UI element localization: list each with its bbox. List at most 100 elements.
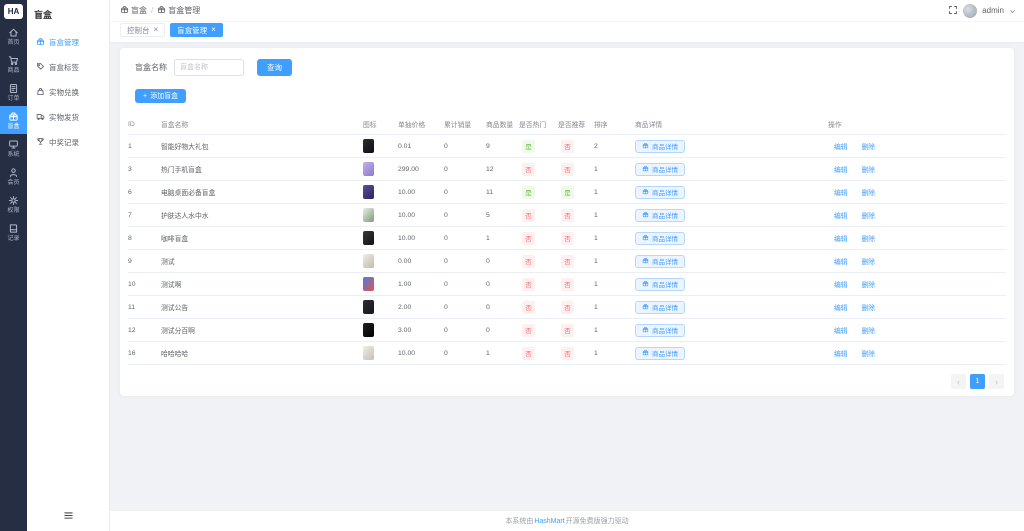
collapse-sidebar-button[interactable] bbox=[27, 508, 109, 526]
sidebar-item[interactable]: 中奖记录 bbox=[27, 130, 109, 155]
hot-badge: 否 bbox=[522, 255, 535, 268]
sidebar-item[interactable]: 盲盒管理 bbox=[27, 30, 109, 55]
edit-link[interactable]: 编辑 bbox=[834, 351, 848, 358]
product-detail-button[interactable]: 商品详情 bbox=[635, 186, 685, 199]
cell-price: 3.00 bbox=[398, 319, 444, 342]
cell-actions: 编辑 删除 bbox=[828, 135, 1006, 158]
rail-item[interactable]: 商品 bbox=[0, 50, 27, 78]
edit-link[interactable]: 编辑 bbox=[834, 167, 848, 174]
rail-item[interactable]: 首页 bbox=[0, 22, 27, 50]
cell-hot: 否 bbox=[519, 273, 558, 296]
rail-item-label: 首页 bbox=[7, 40, 19, 46]
rail-item[interactable]: 系统 bbox=[0, 134, 27, 162]
edit-link[interactable]: 编辑 bbox=[834, 213, 848, 220]
product-detail-button[interactable]: 商品详情 bbox=[635, 232, 685, 245]
tab[interactable]: 控制台 × bbox=[120, 23, 165, 37]
product-detail-button[interactable]: 商品详情 bbox=[635, 347, 685, 360]
cell-detail: 商品详情 bbox=[635, 204, 828, 227]
delete-link[interactable]: 删除 bbox=[861, 259, 875, 266]
product-detail-button[interactable]: 商品详情 bbox=[635, 140, 685, 153]
cell-name: 智能好物大礼包 bbox=[161, 135, 363, 158]
cell-hot: 否 bbox=[519, 250, 558, 273]
edit-link[interactable]: 编辑 bbox=[834, 144, 848, 151]
query-button[interactable]: 查询 bbox=[257, 59, 292, 76]
edit-link[interactable]: 编辑 bbox=[834, 236, 848, 243]
product-detail-button[interactable]: 商品详情 bbox=[635, 278, 685, 291]
fullscreen-icon[interactable] bbox=[948, 2, 958, 20]
product-detail-button[interactable]: 商品详情 bbox=[635, 324, 685, 337]
delete-link[interactable]: 删除 bbox=[861, 282, 875, 289]
monitor-icon bbox=[8, 139, 19, 150]
product-detail-button[interactable]: 商品详情 bbox=[635, 209, 685, 222]
blindbox-table: ID盲盒名称图标单抽价格累计销量商品数量是否热门是否推荐排序商品详情操作 1 智… bbox=[128, 114, 1006, 365]
sidebar-item[interactable]: 实物兑换 bbox=[27, 80, 109, 105]
edit-link[interactable]: 编辑 bbox=[834, 190, 848, 197]
cell-icon bbox=[363, 319, 398, 342]
product-detail-button[interactable]: 商品详情 bbox=[635, 301, 685, 314]
app-window: HA 首页 商品 订单 盲盒 系统 会员 权限 记录 盲盒 盲盒管理 盲盒标签 … bbox=[0, 0, 1024, 531]
page-number-button[interactable]: 1 bbox=[970, 374, 985, 389]
cell-sort: 1 bbox=[594, 342, 635, 365]
product-detail-button[interactable]: 商品详情 bbox=[635, 255, 685, 268]
box-icon bbox=[36, 37, 45, 48]
rail-item[interactable]: 盲盒 bbox=[0, 106, 27, 134]
cell-icon bbox=[363, 158, 398, 181]
prev-page-button[interactable]: ‹ bbox=[951, 374, 966, 389]
delete-link[interactable]: 删除 bbox=[861, 190, 875, 197]
cell-goods-count: 5 bbox=[486, 204, 519, 227]
order-icon bbox=[8, 83, 19, 94]
cell-price: 1.00 bbox=[398, 273, 444, 296]
delete-link[interactable]: 删除 bbox=[861, 236, 875, 243]
delete-link[interactable]: 删除 bbox=[861, 167, 875, 174]
edit-link[interactable]: 编辑 bbox=[834, 282, 848, 289]
rail-item[interactable]: 记录 bbox=[0, 218, 27, 246]
cell-hot: 否 bbox=[519, 204, 558, 227]
username[interactable]: admin bbox=[982, 6, 1004, 15]
tab[interactable]: 盲盒管理 × bbox=[170, 23, 223, 37]
cell-sort: 2 bbox=[594, 135, 635, 158]
app-logo[interactable]: HA bbox=[4, 4, 23, 19]
tag-icon bbox=[36, 62, 45, 73]
product-thumbnail bbox=[363, 139, 374, 153]
delete-link[interactable]: 删除 bbox=[861, 305, 875, 312]
breadcrumb-item[interactable]: 盲盒管理 bbox=[157, 5, 200, 16]
cell-goods-count: 0 bbox=[486, 296, 519, 319]
delete-link[interactable]: 删除 bbox=[861, 351, 875, 358]
cell-hot: 否 bbox=[519, 227, 558, 250]
next-page-button[interactable]: › bbox=[989, 374, 1004, 389]
chevron-down-icon[interactable] bbox=[1009, 2, 1016, 20]
sidebar-item[interactable]: 实物发货 bbox=[27, 105, 109, 130]
recommend-badge: 否 bbox=[561, 255, 574, 268]
table-row: 11 测试公告 2.00 0 0 否 否 1 商品详情 编辑 删除 bbox=[128, 296, 1006, 319]
avatar[interactable] bbox=[963, 4, 977, 18]
gear-icon bbox=[8, 195, 19, 206]
edit-link[interactable]: 编辑 bbox=[834, 259, 848, 266]
close-icon[interactable]: × bbox=[211, 26, 216, 34]
breadcrumb-item[interactable]: 盲盒 bbox=[120, 5, 147, 16]
edit-link[interactable]: 编辑 bbox=[834, 328, 848, 335]
breadcrumb: 盲盒 / 盲盒管理 bbox=[120, 5, 200, 16]
topbar-actions: admin bbox=[948, 2, 1016, 20]
box-icon bbox=[642, 280, 649, 289]
product-thumbnail bbox=[363, 208, 374, 222]
sidebar-item[interactable]: 盲盒标签 bbox=[27, 55, 109, 80]
edit-link[interactable]: 编辑 bbox=[834, 305, 848, 312]
add-blindbox-button[interactable]: + 添加盲盒 bbox=[135, 89, 186, 103]
delete-link[interactable]: 删除 bbox=[861, 213, 875, 220]
rail-item[interactable]: 订单 bbox=[0, 78, 27, 106]
delete-link[interactable]: 删除 bbox=[861, 328, 875, 335]
rail-item[interactable]: 会员 bbox=[0, 162, 27, 190]
cell-name: 测试公告 bbox=[161, 296, 363, 319]
product-detail-button[interactable]: 商品详情 bbox=[635, 163, 685, 176]
table-row: 8 咖啡盲盒 10.00 0 1 否 否 1 商品详情 编辑 删除 bbox=[128, 227, 1006, 250]
rail-item[interactable]: 权限 bbox=[0, 190, 27, 218]
module-sidebar: 盲盒 盲盒管理 盲盒标签 实物兑换 实物发货 中奖记录 bbox=[27, 0, 110, 531]
close-icon[interactable]: × bbox=[154, 26, 159, 34]
cell-sales: 0 bbox=[444, 204, 486, 227]
footer-brand-link[interactable]: HashMart bbox=[534, 518, 564, 525]
rail-item-label: 系统 bbox=[7, 152, 19, 158]
search-input[interactable] bbox=[174, 59, 244, 76]
table-header-row: ID盲盒名称图标单抽价格累计销量商品数量是否热门是否推荐排序商品详情操作 bbox=[128, 114, 1006, 135]
delete-link[interactable]: 删除 bbox=[861, 144, 875, 151]
cell-sort: 1 bbox=[594, 250, 635, 273]
